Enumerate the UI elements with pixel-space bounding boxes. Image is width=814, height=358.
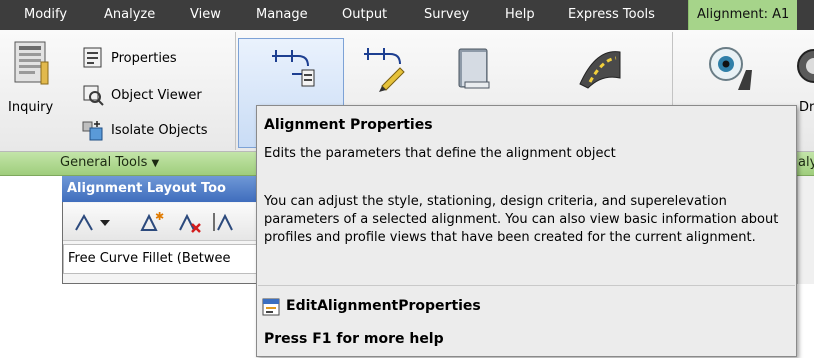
menu-analyze[interactable]: Analyze [104,0,155,30]
superelevation-icon[interactable] [576,44,624,94]
add-pi-icon[interactable]: ✱ [140,210,164,234]
geometry-editor-icon[interactable] [360,46,408,92]
isolate-objects-icon[interactable] [82,119,104,141]
object-viewer-icon[interactable] [82,84,104,106]
svg-text:✱: ✱ [155,210,164,223]
menu-manage[interactable]: Manage [256,0,308,30]
alignment-layout-toolbar-title[interactable]: Alignment Layout Too [62,176,262,202]
tooltip-description: You can adjust the style, stationing, de… [264,194,779,245]
delete-pi-icon[interactable] [178,210,202,234]
menu-modify[interactable]: Modify [24,0,67,30]
design-criteria-icon[interactable] [455,46,495,94]
analyze-panel-label-partial: aly [798,155,814,170]
layout-command-status: Free Curve Fillet (Betwee [63,244,261,274]
command-icon [262,298,280,316]
panel-separator [235,32,236,150]
tab-alignment-a1[interactable]: Alignment: A1 [688,0,798,30]
toolbar-right-edge [797,176,814,284]
tooltip-command: EditAlignmentProperties [286,298,481,314]
properties-label[interactable]: Properties [111,51,177,66]
menu-bar: Modify Analyze View Manage Output Survey… [0,0,814,30]
menu-survey[interactable]: Survey [424,0,469,30]
menu-express-tools[interactable]: Express Tools [568,0,655,30]
tooltip-summary: Edits the parameters that define the ali… [264,146,616,161]
tooltip-title: Alignment Properties [264,117,433,133]
isolate-objects-label[interactable]: Isolate Objects [111,123,207,138]
chevron-down-icon: ▼ [151,158,160,169]
tooltip-help: Press F1 for more help [264,331,444,347]
menu-view[interactable]: View [190,0,221,30]
tooltip-divider [258,285,795,286]
drive-icon[interactable] [796,44,814,92]
properties-icon[interactable] [82,47,104,69]
menu-output[interactable]: Output [342,0,387,30]
drive-label-partial[interactable]: Dr [799,100,814,115]
inquiry-icon[interactable] [14,40,50,88]
alignment-properties-icon[interactable] [268,46,316,92]
line-tools-dropdown-icon[interactable] [74,212,118,234]
inquiry-label[interactable]: Inquiry [8,100,53,115]
break-apart-pi-icon[interactable] [212,210,240,234]
general-tools-label[interactable]: General Tools ▼ [60,155,159,170]
menu-help[interactable]: Help [505,0,535,30]
sight-distance-icon[interactable] [706,44,754,92]
object-viewer-label[interactable]: Object Viewer [111,88,202,103]
